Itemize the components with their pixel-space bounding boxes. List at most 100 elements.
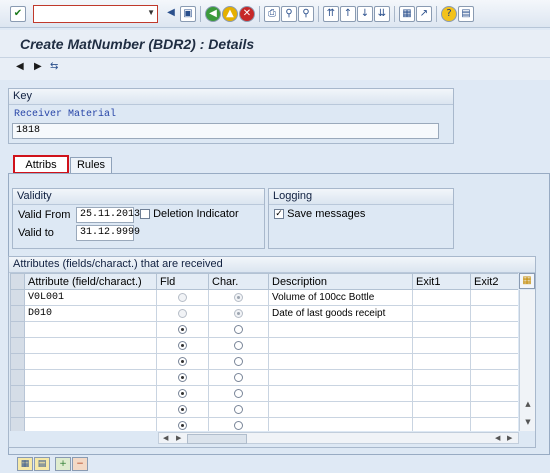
attribute-cell[interactable]: D010 xyxy=(24,305,157,322)
fld-radio[interactable] xyxy=(178,356,187,366)
exit2-cell[interactable] xyxy=(470,385,518,402)
row-selector[interactable] xyxy=(10,369,25,386)
column-header-char[interactable]: Char. xyxy=(208,273,269,290)
scroll-thumb[interactable] xyxy=(187,434,247,444)
exit2-cell[interactable] xyxy=(470,369,518,386)
back-icon[interactable]: ◀ xyxy=(163,6,179,22)
select-all-icon[interactable]: ▦ xyxy=(17,457,33,471)
row-selector[interactable] xyxy=(10,401,25,418)
dropdown-icon[interactable]: ▼ xyxy=(147,8,155,17)
prev-page-icon[interactable]: ↑ xyxy=(340,6,356,22)
table-row[interactable]: V0L001 Volume of 100cc Bottle xyxy=(10,289,518,306)
scroll-down-icon[interactable]: ▼ xyxy=(520,418,536,426)
fld-cell[interactable] xyxy=(156,353,209,370)
attribute-cell[interactable] xyxy=(24,353,157,370)
char-cell[interactable] xyxy=(208,401,269,418)
deselect-all-icon[interactable]: ▤ xyxy=(34,457,50,471)
vertical-scrollbar[interactable]: ▲ ▼ xyxy=(519,290,535,431)
table-row[interactable] xyxy=(10,321,518,338)
fld-cell[interactable] xyxy=(156,369,209,386)
char-cell[interactable] xyxy=(208,385,269,402)
fld-cell[interactable] xyxy=(156,401,209,418)
char-cell[interactable] xyxy=(208,353,269,370)
exit1-cell[interactable] xyxy=(412,289,471,306)
table-row[interactable] xyxy=(10,417,518,431)
char-radio[interactable] xyxy=(234,356,243,366)
exit1-cell[interactable] xyxy=(412,369,471,386)
exit2-cell[interactable] xyxy=(470,289,518,306)
exit1-cell[interactable] xyxy=(412,417,471,431)
insert-row-icon[interactable]: + xyxy=(55,457,71,471)
exit1-cell[interactable] xyxy=(412,353,471,370)
create-session-icon[interactable]: ▦ xyxy=(399,6,415,22)
table-row[interactable] xyxy=(10,385,518,402)
column-header-attribute[interactable]: Attribute (field/charact.) xyxy=(24,273,157,290)
fld-cell[interactable] xyxy=(156,321,209,338)
char-radio[interactable] xyxy=(234,340,243,350)
valid-to-field[interactable]: 31.12.9999 xyxy=(76,225,140,241)
table-row[interactable] xyxy=(10,353,518,370)
char-cell[interactable] xyxy=(208,321,269,338)
exit1-cell[interactable] xyxy=(412,305,471,322)
scroll-up-icon[interactable]: ▲ xyxy=(520,400,536,408)
char-radio[interactable] xyxy=(234,324,243,334)
fld-cell[interactable] xyxy=(156,305,209,322)
attribute-cell[interactable] xyxy=(24,417,157,431)
char-cell[interactable] xyxy=(208,369,269,386)
fld-radio[interactable] xyxy=(178,324,187,334)
valid-from-field[interactable]: 25.11.2013 xyxy=(76,207,140,223)
attribute-cell[interactable] xyxy=(24,369,157,386)
back-green-icon[interactable]: ◀ xyxy=(205,6,221,22)
help-icon[interactable]: ? xyxy=(441,6,457,22)
row-selector[interactable] xyxy=(10,353,25,370)
exit1-cell[interactable] xyxy=(412,321,471,338)
command-field[interactable]: ▼ xyxy=(33,5,158,23)
exit2-cell[interactable] xyxy=(470,401,518,418)
fld-radio[interactable] xyxy=(178,420,187,430)
column-header-fld[interactable]: Fld xyxy=(156,273,209,290)
fld-cell[interactable] xyxy=(156,417,209,431)
exit2-cell[interactable] xyxy=(470,321,518,338)
row-selector[interactable] xyxy=(10,321,25,338)
tab-rules[interactable]: Rules xyxy=(70,157,112,173)
char-radio[interactable] xyxy=(234,420,243,430)
customize-layout-icon[interactable]: ▤ xyxy=(458,6,474,22)
exit2-cell[interactable] xyxy=(470,353,518,370)
tab-attribs[interactable]: Attribs xyxy=(13,155,69,174)
receiver-material-field[interactable]: 1818 xyxy=(12,123,439,139)
attribute-cell[interactable] xyxy=(24,385,157,402)
fld-cell[interactable] xyxy=(156,289,209,306)
char-radio[interactable] xyxy=(234,388,243,398)
char-cell[interactable] xyxy=(208,305,269,322)
exit1-cell[interactable] xyxy=(412,337,471,354)
check-icon[interactable]: ✔ xyxy=(10,6,26,22)
deletion-indicator-checkbox[interactable] xyxy=(140,209,150,220)
column-header-exit2[interactable]: Exit2 xyxy=(470,273,518,290)
save-icon[interactable]: ▣ xyxy=(180,6,196,22)
exit2-cell[interactable] xyxy=(470,417,518,431)
last-page-icon[interactable]: ⇊ xyxy=(374,6,390,22)
fld-cell[interactable] xyxy=(156,385,209,402)
char-radio[interactable] xyxy=(234,372,243,382)
attribute-cell[interactable] xyxy=(24,337,157,354)
scroll-right-end-icon[interactable]: ▶ xyxy=(507,434,512,442)
row-selector[interactable] xyxy=(10,305,25,322)
deletion-indicator[interactable]: Deletion Indicator xyxy=(140,208,239,220)
exit1-cell[interactable] xyxy=(412,385,471,402)
scroll-left-icon[interactable]: ◀ xyxy=(163,434,168,442)
row-selector[interactable] xyxy=(10,385,25,402)
char-cell[interactable] xyxy=(208,417,269,431)
exit2-cell[interactable] xyxy=(470,305,518,322)
table-row[interactable]: D010 Date of last goods receipt xyxy=(10,305,518,322)
save-messages[interactable]: ✓ Save messages xyxy=(274,208,365,220)
previous-arrow-icon[interactable]: ◀ xyxy=(16,61,24,72)
char-radio[interactable] xyxy=(234,404,243,414)
table-row[interactable] xyxy=(10,337,518,354)
hierarchy-icon[interactable]: ⇆ xyxy=(50,61,58,72)
char-cell[interactable] xyxy=(208,289,269,306)
exit1-cell[interactable] xyxy=(412,401,471,418)
cancel-icon[interactable]: ✕ xyxy=(239,6,255,22)
save-messages-checkbox[interactable]: ✓ xyxy=(274,209,284,220)
row-selector[interactable] xyxy=(10,337,25,354)
row-selector-header[interactable] xyxy=(10,273,25,290)
